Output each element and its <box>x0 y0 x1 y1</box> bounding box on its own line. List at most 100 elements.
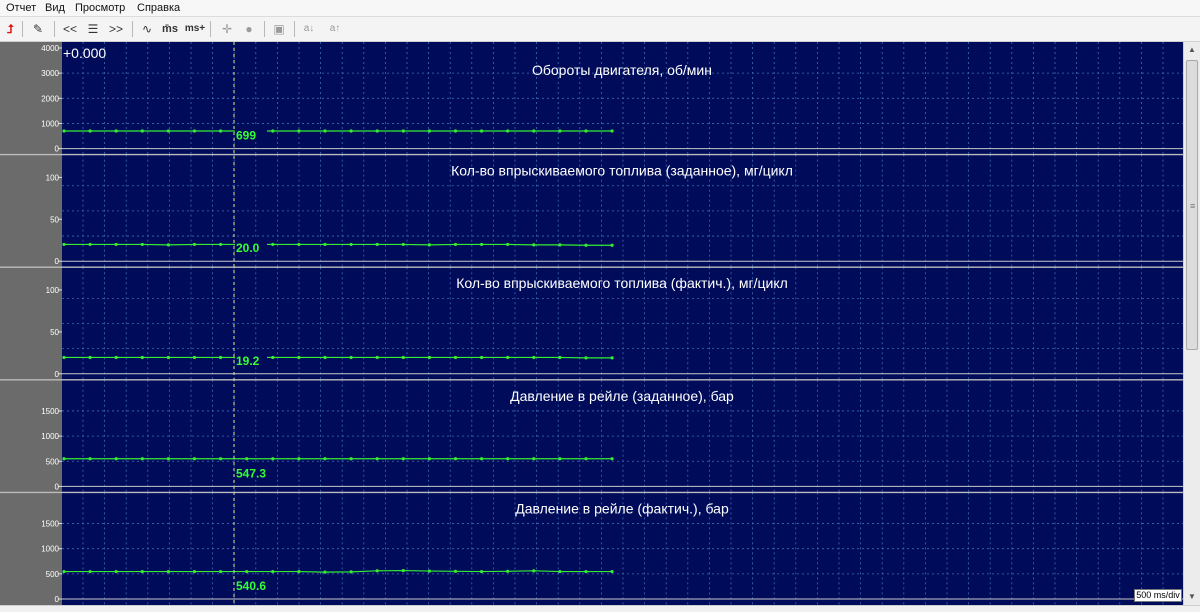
data-point <box>506 355 510 360</box>
data-point <box>271 242 275 247</box>
data-point <box>219 242 223 247</box>
data-point <box>297 129 301 133</box>
prev-icon[interactable]: << <box>60 20 80 38</box>
menu-view[interactable]: Вид <box>45 2 65 14</box>
data-point <box>323 242 327 247</box>
panel-title: Обороты двигателя, об/мин <box>532 62 712 78</box>
data-point <box>166 569 170 574</box>
data-point <box>532 129 536 133</box>
data-point <box>453 129 458 133</box>
data-point <box>349 129 353 133</box>
data-point <box>610 243 614 247</box>
data-point <box>166 243 170 247</box>
time-scale-label: 500 ms/div <box>1134 589 1182 602</box>
data-point <box>297 569 301 574</box>
menu-help[interactable]: Справка <box>137 2 180 14</box>
toolbar: ⮥ ✎ << ☰ >> ∿ m̄s ms+ ✛ ● ▣ a↓ a↑ <box>0 17 1200 42</box>
cursor-value-label: 19.2 <box>236 354 260 368</box>
data-point <box>297 355 301 360</box>
data-point <box>375 355 379 360</box>
toolbar-separator <box>132 21 133 37</box>
a-up-icon[interactable]: a↑ <box>326 20 344 38</box>
wave-icon[interactable]: ∿ <box>138 20 156 38</box>
next-icon[interactable]: >> <box>106 20 126 38</box>
data-point <box>375 129 379 133</box>
panel-title: Давление в рейле (заданное), бар <box>510 388 734 404</box>
y-tick-label: 0 <box>55 595 60 604</box>
y-tick-label: 2000 <box>41 94 59 103</box>
save-icon[interactable]: ▣ <box>270 20 288 38</box>
data-point <box>114 129 118 133</box>
data-point <box>480 457 484 461</box>
data-point <box>558 243 562 247</box>
data-point <box>323 129 327 133</box>
data-point <box>584 569 588 574</box>
data-point <box>349 355 353 360</box>
data-point <box>427 129 431 133</box>
list-icon[interactable]: ☰ <box>84 20 102 38</box>
panel-title: Давление в рейле (фактич.), бар <box>515 500 729 516</box>
ms-minus-icon[interactable]: m̄s <box>160 20 180 38</box>
data-point <box>114 355 118 360</box>
y-tick-label: 500 <box>46 570 60 579</box>
data-point <box>166 457 170 461</box>
y-tick-label: 1000 <box>41 119 59 128</box>
data-point <box>584 356 588 360</box>
menu-preview[interactable]: Просмотр <box>75 2 125 14</box>
data-point <box>62 457 66 461</box>
data-point <box>323 457 327 461</box>
data-point <box>427 457 431 461</box>
data-point <box>401 568 405 573</box>
cursor-add-icon[interactable]: ✛ <box>218 20 236 38</box>
data-point <box>584 129 588 133</box>
data-point <box>62 242 66 247</box>
data-point <box>140 242 144 247</box>
data-point <box>219 355 223 360</box>
a-down-icon[interactable]: a↓ <box>300 20 318 38</box>
data-point <box>166 355 170 360</box>
data-point <box>427 569 431 573</box>
menu-report[interactable]: Отчет <box>6 2 36 14</box>
cursor-value-label: 20.0 <box>236 241 260 255</box>
data-point <box>88 355 92 360</box>
y-tick-label: 500 <box>46 457 60 466</box>
scroll-up-icon[interactable]: ▲ <box>1184 42 1200 58</box>
data-point <box>558 355 562 360</box>
scrollbar-thumb[interactable]: ≡ <box>1186 60 1198 350</box>
data-point <box>62 355 66 360</box>
y-tick-label: 1500 <box>41 407 59 416</box>
data-point <box>584 243 588 247</box>
data-point <box>192 569 197 574</box>
data-point <box>558 457 562 461</box>
data-point <box>166 129 170 133</box>
scroll-down-icon[interactable]: ▼ <box>1184 589 1200 605</box>
data-point <box>245 569 249 574</box>
data-point <box>192 129 197 133</box>
data-point <box>532 243 536 247</box>
data-point <box>375 242 379 247</box>
record-icon[interactable]: ● <box>240 20 258 38</box>
status-bar <box>0 605 1200 612</box>
data-point <box>453 569 458 573</box>
red-up-arrow-icon[interactable]: ⮥ <box>2 20 18 38</box>
data-point <box>114 569 118 574</box>
cursor-value-label: 547.3 <box>236 466 266 480</box>
oscilloscope-chart[interactable]: 01000200030004000Обороты двигателя, об/м… <box>0 42 1183 605</box>
edit-icon[interactable]: ✎ <box>30 20 46 38</box>
y-tick-label: 1500 <box>41 520 59 529</box>
data-point <box>88 569 92 574</box>
data-point <box>480 129 484 133</box>
data-point <box>610 457 614 461</box>
data-point <box>401 355 405 360</box>
ms-plus-icon[interactable]: ms+ <box>184 20 206 38</box>
vertical-scrollbar[interactable]: ▲ ≡ ▼ <box>1183 42 1200 605</box>
data-point <box>532 355 536 360</box>
y-tick-label: 0 <box>55 482 60 491</box>
data-point <box>349 242 353 247</box>
data-point <box>480 569 484 574</box>
toolbar-separator <box>264 21 265 37</box>
toolbar-separator <box>294 21 295 37</box>
data-point <box>506 569 510 573</box>
data-point <box>558 569 562 574</box>
data-point <box>140 569 144 574</box>
